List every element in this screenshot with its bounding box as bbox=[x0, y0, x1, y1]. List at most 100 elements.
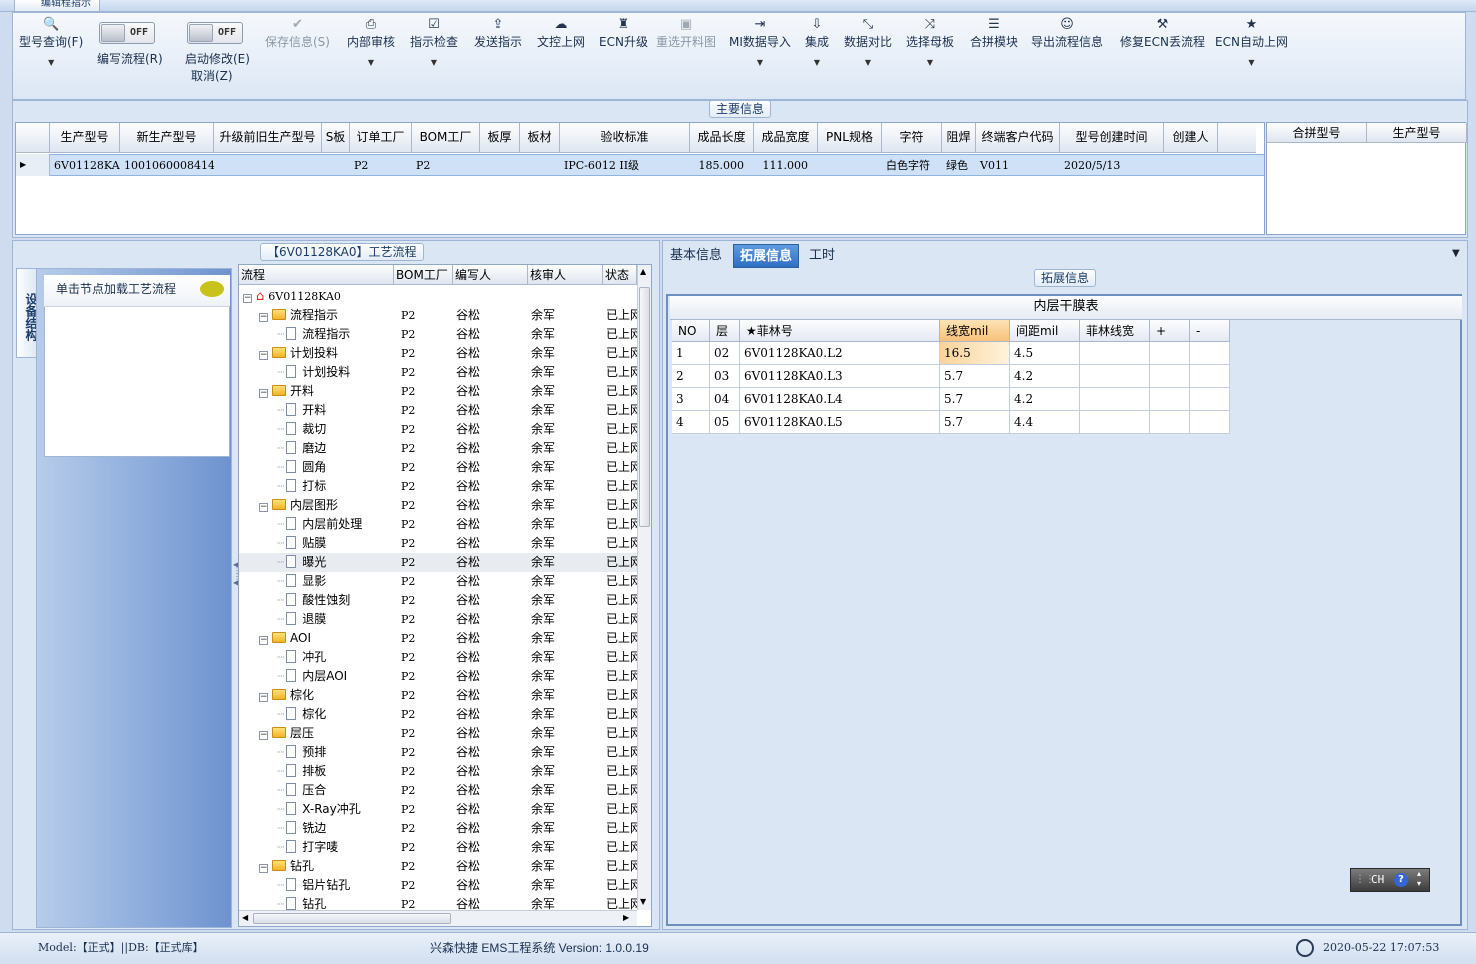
film-cell[interactable]: 5.7 bbox=[940, 388, 1010, 411]
main-cell[interactable]: 6V01128KA0 bbox=[50, 155, 120, 177]
merge-col-header[interactable]: 生产型号 bbox=[1367, 123, 1467, 143]
tree-row[interactable]: ┈ X-Ray冲孔 P2 谷松 余军 已上网 bbox=[239, 800, 637, 819]
main-cell[interactable]: 111.000 bbox=[754, 155, 818, 177]
toolbar-item-2[interactable]: ⎙ 内部审核 ▼ bbox=[347, 16, 395, 70]
main-cell[interactable]: P2 bbox=[350, 155, 412, 177]
film-col-header[interactable]: 间距mil bbox=[1010, 320, 1080, 342]
film-cell[interactable]: 6V01128KA0.L5 bbox=[740, 411, 940, 434]
main-col-header[interactable]: S板 bbox=[322, 123, 350, 153]
tree-row[interactable]: ┈ 圆角 P2 谷松 余军 已上网 bbox=[239, 458, 637, 477]
film-cell[interactable] bbox=[1150, 411, 1190, 434]
toggle-switch-0[interactable]: OFF bbox=[99, 22, 155, 44]
process-col-header[interactable]: 流程 bbox=[239, 265, 394, 285]
film-cell[interactable]: 6V01128KA0.L2 bbox=[740, 342, 940, 365]
main-col-header[interactable]: 板厚 bbox=[480, 123, 520, 153]
collapse-icon[interactable]: − bbox=[259, 864, 268, 873]
main-cell[interactable]: 2020/5/13 bbox=[1060, 155, 1164, 177]
chevron-down-icon[interactable]: ▼ bbox=[844, 56, 892, 70]
tree-row[interactable]: ┈ 裁切 P2 谷松 余军 已上网 bbox=[239, 420, 637, 439]
horizontal-scrollbar[interactable]: ◀ ▶ bbox=[239, 910, 637, 926]
toolbar-item-10[interactable]: ⤡ 数据对比 ▼ bbox=[844, 16, 892, 70]
main-col-header[interactable]: PNL规格 bbox=[818, 123, 882, 153]
tree-row[interactable]: − 层压 P2 谷松 余军 已上网 bbox=[239, 724, 637, 743]
film-cell[interactable] bbox=[1190, 365, 1230, 388]
toolbar-item-15[interactable]: ★ ECN自动上网 ▼ bbox=[1215, 16, 1288, 70]
main-col-header[interactable]: BOM工厂 bbox=[412, 123, 480, 153]
film-cell[interactable] bbox=[1080, 411, 1150, 434]
detail-tab-2[interactable]: 工时 bbox=[803, 244, 841, 268]
device-structure-tab[interactable]: 设备结构 bbox=[16, 268, 38, 358]
scroll-right-icon[interactable]: ▶ bbox=[623, 913, 629, 922]
film-col-header[interactable]: - bbox=[1190, 320, 1230, 342]
film-cell[interactable]: 02 bbox=[710, 342, 740, 365]
collapse-icon[interactable]: − bbox=[259, 693, 268, 702]
toggle-label[interactable]: 启动修改(E) bbox=[185, 50, 250, 67]
main-col-header[interactable]: 创建人 bbox=[1164, 123, 1218, 153]
film-cell[interactable]: 04 bbox=[710, 388, 740, 411]
chevron-down-icon[interactable]: ▼ bbox=[347, 56, 395, 70]
film-cell[interactable] bbox=[1080, 365, 1150, 388]
cancel-edit-button[interactable]: 取消(Z) bbox=[191, 67, 233, 84]
tree-row[interactable]: ┈ 排板 P2 谷松 余军 已上网 bbox=[239, 762, 637, 781]
main-cell[interactable]: 绿色 bbox=[942, 155, 976, 177]
toolbar-item-5[interactable]: ☁ 文控上网 bbox=[537, 16, 585, 50]
process-col-header[interactable]: 编写人 bbox=[453, 265, 528, 285]
film-cell[interactable] bbox=[1150, 342, 1190, 365]
main-col-header[interactable]: 成品宽度 bbox=[754, 123, 818, 153]
toolbar-item-14[interactable]: ⚒ 修复ECN丢流程 bbox=[1120, 16, 1205, 50]
scroll-left-icon[interactable]: ◀ bbox=[242, 913, 248, 922]
film-cell[interactable]: 16.5 bbox=[940, 342, 1010, 365]
main-col-header[interactable]: 板材 bbox=[520, 123, 560, 153]
film-cell[interactable] bbox=[1190, 388, 1230, 411]
collapse-icon[interactable]: − bbox=[243, 294, 252, 303]
toolbar-item-3[interactable]: ☑ 指示检查 ▼ bbox=[410, 16, 458, 70]
tree-row[interactable]: − 计划投料 P2 谷松 余军 已上网 bbox=[239, 344, 637, 363]
main-col-header[interactable]: 字符 bbox=[882, 123, 942, 153]
detail-tab-0[interactable]: 基本信息 bbox=[664, 244, 728, 268]
ime-options-icon[interactable]: ▴ ▾ bbox=[1417, 869, 1421, 889]
toolbar-item-9[interactable]: ⇩ 集成 ▼ bbox=[805, 16, 829, 70]
main-cell[interactable]: IPC-6012 II级 bbox=[560, 155, 690, 177]
tree-row[interactable]: ┈ 内层AOI P2 谷松 余军 已上网 bbox=[239, 667, 637, 686]
collapse-icon[interactable]: − bbox=[259, 389, 268, 398]
film-cell[interactable]: 4.5 bbox=[1010, 342, 1080, 365]
film-cell[interactable] bbox=[1190, 411, 1230, 434]
process-col-header[interactable]: 状态 bbox=[603, 265, 637, 285]
tree-row[interactable]: ┈ 开料 P2 谷松 余军 已上网 bbox=[239, 401, 637, 420]
tree-row[interactable]: − AOI P2 谷松 余军 已上网 bbox=[239, 629, 637, 648]
window-tab[interactable]: 编辑程指示 bbox=[14, 0, 100, 12]
toolbar-item-4[interactable]: ⇪ 发送指示 bbox=[474, 16, 522, 50]
film-cell[interactable]: 4 bbox=[672, 411, 710, 434]
tree-row[interactable]: ┈ 内层前处理 P2 谷松 余军 已上网 bbox=[239, 515, 637, 534]
collapse-icon[interactable]: − bbox=[259, 351, 268, 360]
main-col-header[interactable]: 新生产型号 bbox=[120, 123, 214, 153]
film-cell[interactable] bbox=[1190, 342, 1230, 365]
main-col-header[interactable]: 终端客户代码 bbox=[976, 123, 1060, 153]
detail-tab-1[interactable]: 拓展信息 bbox=[733, 244, 800, 268]
tree-row[interactable]: ┈ 贴膜 P2 谷松 余军 已上网 bbox=[239, 534, 637, 553]
film-cell[interactable]: 4.2 bbox=[1010, 365, 1080, 388]
film-cell[interactable]: 5.7 bbox=[940, 411, 1010, 434]
tree-row[interactable]: − 开料 P2 谷松 余军 已上网 bbox=[239, 382, 637, 401]
toolbar-item-13[interactable]: ☺ 导出流程信息 bbox=[1031, 16, 1103, 50]
tree-row[interactable]: ┈ 曝光 P2 谷松 余军 已上网 bbox=[239, 553, 637, 572]
film-cell[interactable]: 1 bbox=[672, 342, 710, 365]
scroll-thumb[interactable] bbox=[253, 913, 451, 924]
ime-bar[interactable]: ⋮⋮ CH ? ▴ ▾ bbox=[1350, 868, 1430, 892]
tree-row[interactable]: − 内层图形 P2 谷松 余军 已上网 bbox=[239, 496, 637, 515]
film-cell[interactable] bbox=[1150, 365, 1190, 388]
scroll-down-icon[interactable]: ▼ bbox=[640, 897, 646, 906]
main-cell[interactable]: 185.000 bbox=[690, 155, 754, 177]
film-cell[interactable]: 4.4 bbox=[1010, 411, 1080, 434]
chevron-down-icon[interactable]: ▼ bbox=[1215, 56, 1288, 70]
film-cell[interactable] bbox=[1080, 342, 1150, 365]
tree-row[interactable]: ┈ 打字唛 P2 谷松 余军 已上网 bbox=[239, 838, 637, 857]
film-cell[interactable]: 6V01128KA0.L3 bbox=[740, 365, 940, 388]
scroll-up-icon[interactable]: ▲ bbox=[640, 267, 646, 276]
main-col-header[interactable]: 验收标准 bbox=[560, 123, 690, 153]
collapse-icon[interactable]: − bbox=[259, 503, 268, 512]
toolbar-item-8[interactable]: ⇥ MI数据导入 ▼ bbox=[729, 16, 791, 70]
help-icon[interactable]: ? bbox=[1394, 873, 1408, 887]
film-cell[interactable]: 6V01128KA0.L4 bbox=[740, 388, 940, 411]
tree-row[interactable]: − 流程指示 P2 谷松 余军 已上网 bbox=[239, 306, 637, 325]
